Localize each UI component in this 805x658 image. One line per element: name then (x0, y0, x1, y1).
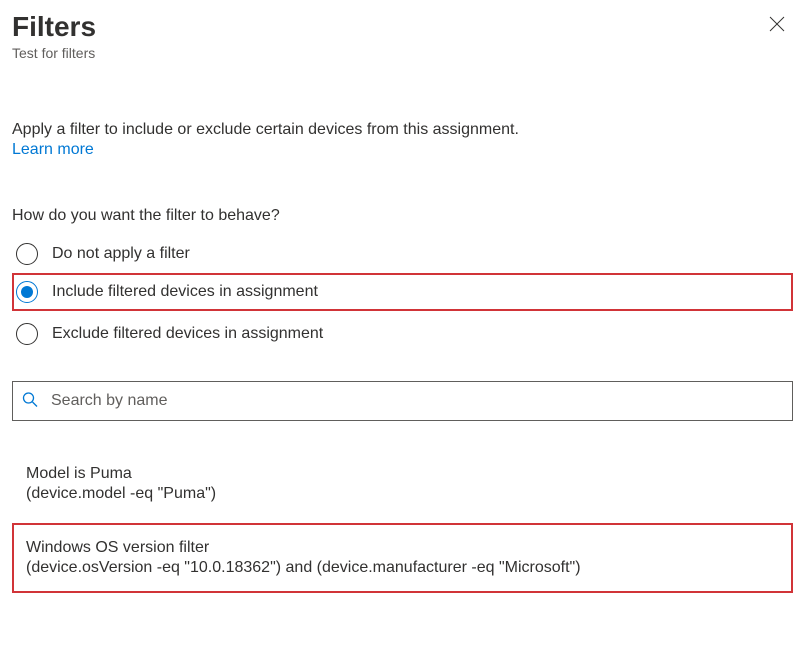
filter-rule: (device.model -eq "Puma") (26, 485, 779, 503)
radio-icon (16, 243, 38, 265)
filter-name: Windows OS version filter (26, 539, 779, 557)
intro-text: Apply a filter to include or exclude cer… (12, 121, 519, 138)
search-input[interactable] (12, 381, 793, 421)
radio-option-include[interactable]: Include filtered devices in assignment (12, 273, 793, 311)
close-button[interactable] (761, 12, 793, 40)
radio-icon (16, 323, 38, 345)
behavior-radio-group: Do not apply a filter Include filtered d… (12, 235, 793, 353)
behavior-question: How do you want the filter to behave? (12, 207, 793, 225)
radio-label-none: Do not apply a filter (52, 245, 190, 263)
close-icon (769, 15, 785, 37)
filter-list: Model is Puma (device.model -eq "Puma") … (12, 455, 793, 593)
radio-label-include: Include filtered devices in assignment (52, 283, 318, 301)
radio-option-exclude[interactable]: Exclude filtered devices in assignment (12, 315, 793, 353)
filter-rule: (device.osVersion -eq "10.0.18362") and … (26, 559, 779, 577)
filter-item[interactable]: Model is Puma (device.model -eq "Puma") (12, 455, 793, 513)
radio-option-none[interactable]: Do not apply a filter (12, 235, 793, 273)
filter-item[interactable]: Windows OS version filter (device.osVers… (12, 523, 793, 593)
learn-more-link[interactable]: Learn more (12, 141, 94, 159)
filter-name: Model is Puma (26, 465, 779, 483)
panel-title: Filters (12, 12, 96, 43)
radio-label-exclude: Exclude filtered devices in assignment (52, 325, 323, 343)
radio-icon (16, 281, 38, 303)
panel-subtitle: Test for filters (12, 45, 96, 61)
